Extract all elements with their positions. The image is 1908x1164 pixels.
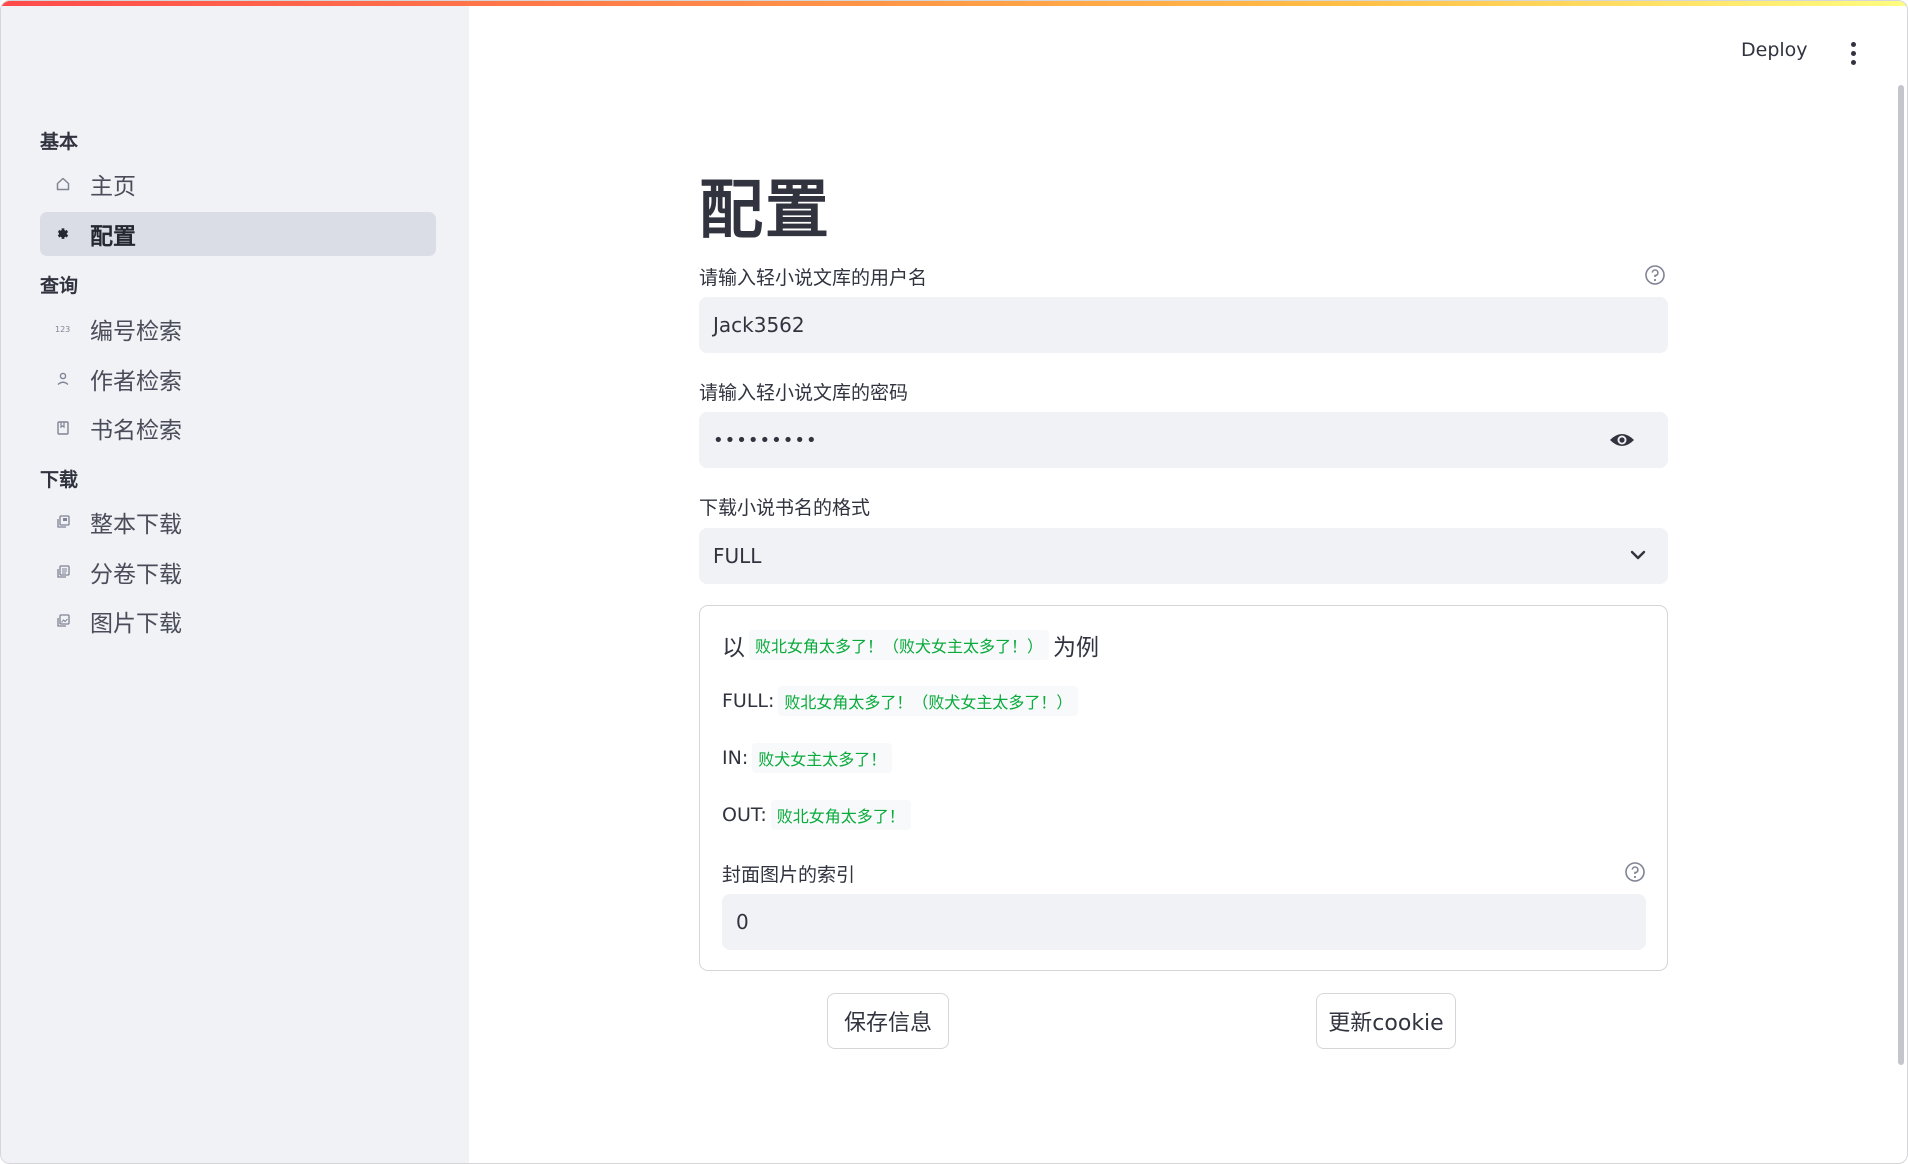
cover-index-value: 0 (736, 910, 749, 934)
example-value: 败北女角太多了！ (770, 800, 911, 830)
format-example-box: 以 败北女角太多了！（败犬女主太多了！） 为例 FULL: 败北女角太多了！（败… (699, 605, 1668, 971)
home-icon (52, 173, 74, 195)
example-key: FULL: (722, 690, 775, 712)
nav-section-basic: 基本 (40, 131, 79, 153)
format-label: 下载小说书名的格式 (699, 497, 871, 519)
sidebar-item-label: 配置 (90, 224, 136, 250)
sidebar-item-image-download[interactable]: 图片下载 (40, 599, 436, 643)
example-full-title: 败北女角太多了！（败犬女主太多了！） (749, 630, 1050, 660)
main-menu-button[interactable] (1841, 39, 1865, 67)
nav-section-download: 下载 (40, 469, 79, 491)
format-selected-value: FULL (713, 544, 762, 568)
sidebar: 基本 主页 配置 查询 123 编号检索 作者检索 书名检索 下载 整本下载 分… (1, 1, 469, 1163)
sidebar-item-config[interactable]: 配置 (40, 212, 436, 256)
sidebar-item-label: 主页 (90, 174, 136, 200)
nav-section-query: 查询 (40, 275, 79, 297)
example-heading: 以 败北女角太多了！（败犬女主太多了！） 为例 (722, 628, 1099, 662)
sidebar-item-id-search[interactable]: 123 编号检索 (40, 307, 436, 351)
example-key: IN: (722, 747, 749, 769)
sidebar-item-label: 书名检索 (90, 418, 182, 444)
sidebar-item-home[interactable]: 主页 (40, 162, 436, 206)
sidebar-item-volume-download[interactable]: 分卷下载 (40, 550, 436, 594)
sidebar-item-title-search[interactable]: 书名检索 (40, 406, 436, 450)
gear-icon (52, 223, 74, 245)
update-cookie-button[interactable]: 更新cookie (1316, 993, 1456, 1049)
svg-text:123: 123 (55, 325, 70, 334)
top-decoration-bar (1, 1, 1907, 6)
example-value: 败犬女主太多了！ (752, 743, 893, 773)
sidebar-item-author-search[interactable]: 作者检索 (40, 357, 436, 401)
person-icon (52, 368, 74, 390)
cover-index-label: 封面图片的索引 (722, 864, 856, 886)
help-icon[interactable] (1624, 861, 1646, 883)
example-key: OUT: (722, 804, 767, 826)
app-window: 基本 主页 配置 查询 123 编号检索 作者检索 书名检索 下载 整本下载 分… (0, 0, 1908, 1164)
format-select[interactable]: FULL (699, 528, 1668, 584)
example-row-out: OUT: 败北女角太多了！ (722, 800, 915, 830)
help-icon[interactable] (1644, 264, 1666, 286)
example-row-in: IN: 败犬女主太多了！ (722, 743, 896, 773)
username-value: Jack3562 (713, 313, 805, 337)
password-input[interactable]: ••••••••• (699, 412, 1668, 468)
chevron-down-icon (1630, 550, 1646, 560)
eye-icon[interactable] (1608, 429, 1636, 451)
sidebar-item-label: 作者检索 (90, 369, 182, 395)
number-icon: 123 (52, 318, 74, 340)
sidebar-item-label: 整本下载 (90, 512, 182, 538)
deploy-button[interactable]: Deploy (1741, 39, 1808, 61)
scrollbar[interactable] (1898, 85, 1904, 1065)
example-prefix: 以 (722, 635, 745, 661)
more-vert-icon (1850, 41, 1856, 47)
save-button[interactable]: 保存信息 (827, 993, 949, 1049)
sidebar-item-full-download[interactable]: 整本下载 (40, 500, 436, 544)
sidebar-item-label: 编号检索 (90, 319, 182, 345)
library-icon (52, 511, 74, 533)
volumes-icon (52, 561, 74, 583)
example-suffix: 为例 (1053, 635, 1100, 661)
page-title: 配置 (699, 174, 831, 248)
sidebar-item-label: 分卷下载 (90, 562, 182, 588)
password-label: 请输入轻小说文库的密码 (699, 382, 909, 404)
cover-index-input[interactable]: 0 (722, 894, 1646, 950)
password-value: ••••••••• (713, 429, 818, 451)
sidebar-item-label: 图片下载 (90, 611, 182, 637)
username-label: 请输入轻小说文库的用户名 (699, 267, 928, 289)
username-input[interactable]: Jack3562 (699, 297, 1668, 353)
example-row-full: FULL: 败北女角太多了！（败犬女主太多了！） (722, 686, 1082, 716)
example-value: 败北女角太多了！（败犬女主太多了！） (778, 686, 1079, 716)
book-icon (52, 417, 74, 439)
image-icon (52, 610, 74, 632)
